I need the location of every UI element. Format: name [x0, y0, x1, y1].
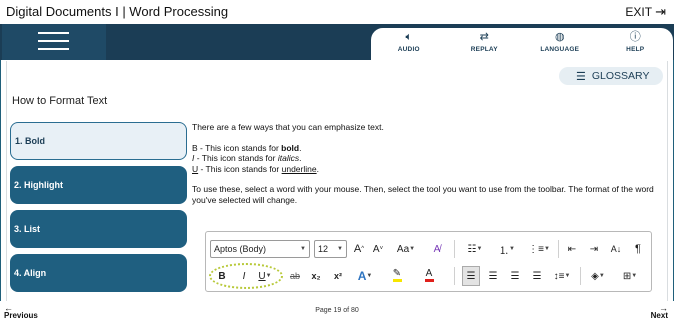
bold-description: B - This icon stands for bold. [192, 143, 657, 154]
grow-font-button[interactable]: A ^ [351, 240, 367, 258]
audio-label: AUDIO [397, 46, 420, 53]
underline-description: U - This icon stands for underline. [192, 164, 657, 175]
italic-word: italics [277, 153, 300, 163]
hamburger-icon [38, 48, 69, 50]
lesson-content: There are a few ways that you can emphas… [192, 122, 657, 205]
glossary-label: GLOSSARY [591, 70, 650, 82]
subscript-icon: x₂ [311, 271, 321, 281]
page-indicator: Page 19 of 80 [315, 307, 359, 314]
sidebar-item-align[interactable]: 4. Align [10, 254, 187, 292]
list-icon: ☰ [576, 70, 586, 83]
speaker-icon: 🔈︎ [405, 31, 413, 43]
toolbar-divider [580, 267, 581, 285]
globe-icon: ◍ [554, 31, 565, 43]
sidebar-item-label: 1. Bold [15, 136, 46, 146]
align-left-button[interactable]: ☰ [462, 266, 480, 286]
toolbar-divider [454, 267, 455, 285]
app-title: Digital Documents I | Word Processing [6, 4, 229, 19]
highlighter-icon: ✎ [392, 268, 402, 279]
shrink-font-button[interactable]: A ˅ [370, 240, 386, 258]
font-size-dropdown[interactable]: 12 ▼ [314, 240, 347, 258]
sidebar-item-highlight[interactable]: 2. Highlight [10, 166, 187, 204]
sidebar-item-label: 4. Align [14, 268, 47, 278]
toolbar-divider [558, 240, 559, 258]
font-name-value: Aptos (Body) [214, 244, 267, 254]
hamburger-icon [38, 40, 69, 42]
sidebar-item-label: 3. List [14, 224, 41, 234]
header-bar: 🔈︎ AUDIO ⇄ REPLAY ◍ LANGUAGE ⓘ HELP [0, 24, 674, 60]
italic-description: I - This icon stands for italics. [192, 153, 657, 164]
font-size-value: 12 [318, 244, 329, 254]
chevron-down-icon: ▼ [409, 246, 416, 252]
bold-end: . [299, 142, 302, 153]
strikethrough-icon: ab [289, 271, 300, 281]
toolbar-divider [454, 240, 455, 258]
change-case-label: Aa [396, 243, 410, 255]
next-label: Next [650, 311, 668, 320]
replay-button[interactable]: ⇄ REPLAY [447, 28, 523, 60]
shading-icon[interactable]: ◈ ▼ [585, 267, 611, 285]
superscript-button[interactable]: x² [330, 267, 346, 285]
bold-text: - This icon stands for [197, 142, 282, 153]
replay-label: REPLAY [470, 46, 498, 53]
exit-button[interactable]: EXIT ⇥ [625, 5, 666, 19]
borders-icon[interactable]: ⊞ ▼ [617, 267, 643, 285]
audio-button[interactable]: 🔈︎ AUDIO [371, 28, 447, 60]
replay-icon: ⇄ [479, 31, 489, 43]
footer-bar: ← Previous Page 19 of 80 → Next [0, 301, 674, 322]
sidebar-item-label: 2. Highlight [14, 180, 63, 190]
sort-icon[interactable]: A↓ [608, 240, 624, 258]
help-button[interactable]: ⓘ HELP [598, 28, 674, 60]
sidebar-item-list[interactable]: 3. List [10, 210, 187, 248]
clear-formatting-icon[interactable]: A̸ [429, 240, 445, 258]
decrease-indent-icon[interactable]: ⇤ [564, 240, 580, 258]
header-tools: 🔈︎ AUDIO ⇄ REPLAY ◍ LANGUAGE ⓘ HELP [371, 28, 673, 60]
italic-text: - This icon stands for [194, 153, 278, 163]
language-button[interactable]: ◍ LANGUAGE [522, 28, 598, 60]
chevron-down-icon: ▼ [337, 246, 343, 252]
justify-icon[interactable]: ☰ [528, 267, 546, 285]
font-name-dropdown[interactable]: Aptos (Body) ▼ [210, 240, 310, 258]
multilevel-list-icon[interactable]: ⋮≡ ▼ [526, 240, 552, 258]
emphasis-highlight-oval [209, 263, 283, 289]
exit-icon: ⇥ [655, 4, 666, 19]
font-color-button[interactable]: A [416, 265, 442, 285]
align-center-icon[interactable]: ☰ [484, 267, 502, 285]
increase-indent-icon[interactable]: ⇥ [586, 240, 602, 258]
font-color-swatch [424, 279, 434, 282]
underline-end: . [316, 163, 319, 174]
sidebar-item-bold[interactable]: 1. Bold [10, 122, 187, 160]
bold-word: bold [281, 142, 300, 153]
highlight-color-swatch [392, 279, 402, 282]
next-button[interactable]: → Next [651, 304, 668, 320]
instructions-text: To use these, select a word with your mo… [192, 184, 654, 205]
underline-text: - This icon stands for [198, 163, 282, 174]
highlight-color-button[interactable]: ✎ [384, 265, 410, 285]
intro-text: There are a few ways that you can emphas… [192, 122, 384, 132]
bullets-icon[interactable]: ☷ ▼ [462, 240, 488, 258]
font-color-icon: A [425, 268, 433, 279]
text-effects-button[interactable]: A ▼ [352, 267, 378, 285]
numbering-icon[interactable]: ⒈ ▼ [494, 240, 520, 258]
exit-label: EXIT [625, 5, 653, 19]
glossary-button[interactable]: ☰ GLOSSARY [559, 67, 663, 85]
chevron-down-icon: ▼ [300, 246, 306, 252]
italic-end: . [299, 153, 302, 163]
superscript-icon: x² [333, 271, 342, 281]
help-label: HELP [626, 46, 645, 53]
underline-word: underline [281, 163, 317, 174]
help-icon: ⓘ [629, 31, 641, 43]
page-title: How to Format Text [12, 95, 108, 107]
subscript-button[interactable]: x₂ [308, 267, 324, 285]
title-bar: Digital Documents I | Word Processing EX… [0, 0, 674, 24]
menu-button[interactable] [2, 24, 106, 60]
paragraph-mark-icon[interactable]: ¶ [630, 240, 646, 258]
strikethrough-button[interactable]: ab [286, 267, 304, 285]
align-right-icon[interactable]: ☰ [506, 267, 524, 285]
language-label: LANGUAGE [540, 46, 580, 53]
line-spacing-icon[interactable]: ↕≡ ▼ [550, 267, 574, 285]
hamburger-icon [38, 32, 69, 34]
change-case-button[interactable]: Aa ▼ [393, 240, 419, 258]
